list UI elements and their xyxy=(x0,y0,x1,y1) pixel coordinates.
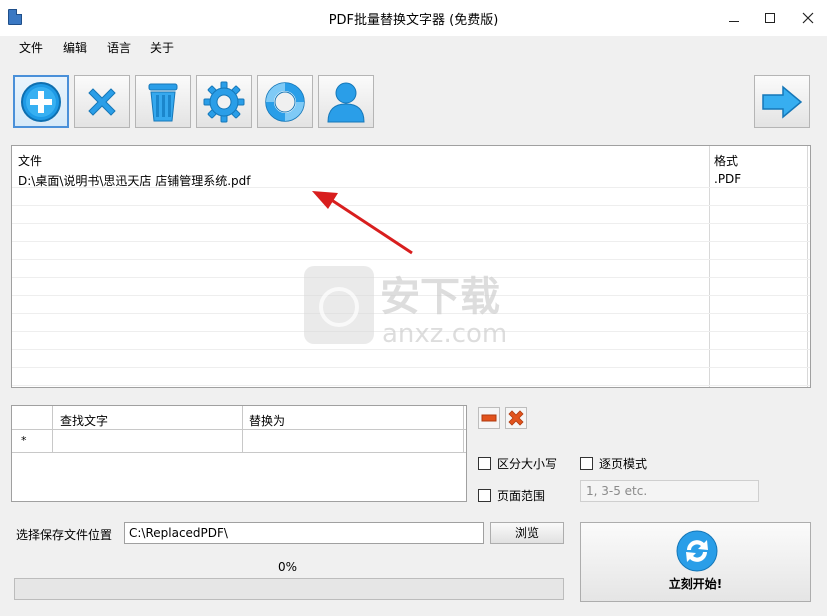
clear-list-button[interactable] xyxy=(135,75,191,128)
case-sensitive-checkbox[interactable] xyxy=(478,457,491,470)
replace-table[interactable]: 查找文字 替换为 * xyxy=(11,405,467,502)
case-sensitive-label: 区分大小写 xyxy=(497,457,558,471)
remove-icon xyxy=(88,87,116,116)
watermark-title: 安下载 xyxy=(380,274,500,320)
file-column-header[interactable]: 文件 xyxy=(18,152,42,169)
help-lifebuoy-icon xyxy=(265,81,305,122)
watermark-subtitle: anxz.com xyxy=(382,319,507,349)
trash-icon xyxy=(148,83,178,121)
menu-bar: 文件 编辑 语言 关于 xyxy=(0,36,827,58)
start-button[interactable]: 立刻开始! xyxy=(580,522,811,602)
settings-button[interactable] xyxy=(196,75,252,128)
page-range-checkbox[interactable] xyxy=(478,489,491,502)
settings-gear-icon xyxy=(203,81,245,122)
find-text-header: 查找文字 xyxy=(60,414,109,428)
close-icon xyxy=(802,12,814,24)
start-button-label: 立刻开始! xyxy=(668,577,723,591)
case-sensitive-option[interactable]: 区分大小写 xyxy=(478,455,557,472)
minimize-button[interactable] xyxy=(715,0,753,36)
maximize-icon xyxy=(765,13,775,23)
empty-row xyxy=(12,368,810,386)
menu-file[interactable]: 文件 xyxy=(19,39,43,56)
maximize-button[interactable] xyxy=(751,0,789,36)
user-icon xyxy=(327,82,365,122)
page-by-page-checkbox[interactable] xyxy=(580,457,593,470)
next-arrow-icon xyxy=(762,84,803,119)
save-path-input[interactable]: C:\ReplacedPDF\ xyxy=(124,522,484,544)
page-range-label: 页面范围 xyxy=(497,489,546,503)
progress-percent: 0% xyxy=(278,560,298,574)
next-button[interactable] xyxy=(754,75,810,128)
empty-row xyxy=(12,350,810,368)
format-column-header[interactable]: 格式 xyxy=(714,152,738,169)
annotation-arrow xyxy=(312,191,413,255)
page-range-input[interactable]: 1, 3-5 etc. xyxy=(580,480,759,502)
add-file-button[interactable] xyxy=(13,75,69,128)
browse-button[interactable]: 浏览 xyxy=(490,522,564,544)
minus-icon xyxy=(481,414,497,422)
replace-with-header: 替换为 xyxy=(249,414,286,428)
progress-bar xyxy=(14,578,564,600)
menu-language[interactable]: 语言 xyxy=(107,39,131,56)
delete-x-icon xyxy=(508,410,524,426)
help-button[interactable] xyxy=(257,75,313,128)
remove-row-button[interactable] xyxy=(478,407,500,429)
minimize-icon xyxy=(729,20,739,22)
menu-about[interactable]: 关于 xyxy=(150,39,174,56)
page-by-page-option[interactable]: 逐页模式 xyxy=(580,455,647,472)
remove-file-button[interactable] xyxy=(74,75,130,128)
watermark-logo: 安下载 anxz.com xyxy=(304,266,507,349)
title-bar: PDF批量替换文字器 (免费版) xyxy=(0,0,827,36)
file-path-cell: D:\桌面\说明书\思迅天店 店铺管理系统.pdf xyxy=(18,174,251,188)
page-by-page-label: 逐页模式 xyxy=(599,457,648,471)
menu-edit[interactable]: 编辑 xyxy=(63,39,87,56)
clear-rows-button[interactable] xyxy=(505,407,527,429)
save-location-label: 选择保存文件位置 xyxy=(16,528,113,542)
close-button[interactable] xyxy=(789,0,827,36)
window-title: PDF批量替换文字器 (免费版) xyxy=(328,13,499,28)
account-button[interactable] xyxy=(318,75,374,128)
new-entry-row[interactable]: * xyxy=(12,430,466,453)
refresh-icon xyxy=(676,530,718,572)
file-format-cell: .PDF xyxy=(714,172,742,186)
add-icon xyxy=(21,81,61,122)
page-range-option[interactable]: 页面范围 xyxy=(478,487,545,504)
new-row-marker: * xyxy=(21,434,27,447)
